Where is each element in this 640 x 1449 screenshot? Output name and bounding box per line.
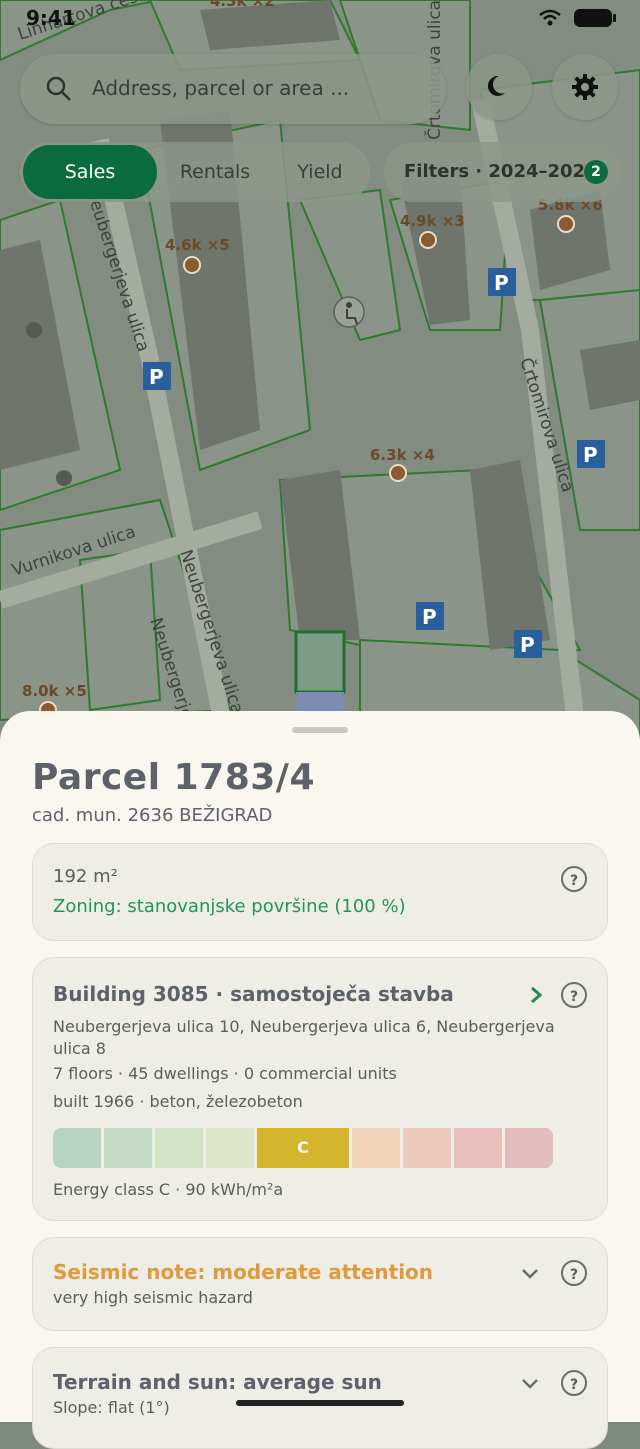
parking-icon: P <box>143 362 171 390</box>
svg-text:P: P <box>149 365 164 389</box>
svg-text:P: P <box>520 633 535 657</box>
price-marker[interactable] <box>419 231 437 249</box>
price-marker[interactable] <box>557 215 575 233</box>
svg-text:P: P <box>494 271 509 295</box>
help-icon[interactable]: ? <box>561 982 587 1008</box>
seismic-card[interactable]: Seismic note: moderate attention very hi… <box>32 1237 608 1331</box>
terrain-title: Terrain and sun: average sun <box>53 1370 382 1394</box>
search-icon <box>46 76 71 101</box>
energy-class-segment <box>454 1128 502 1168</box>
filters-count-badge: 2 <box>584 160 608 184</box>
price-marker-label: 6.3k ×4 <box>370 446 435 464</box>
gear-icon <box>572 74 598 100</box>
filters-label: Filters · 2024–2026 <box>404 161 598 182</box>
svg-text:P: P <box>583 443 598 467</box>
tab-yield[interactable]: Yield <box>270 142 370 202</box>
parking-icon: P <box>514 630 542 658</box>
price-marker[interactable] <box>389 464 407 482</box>
chevron-down-icon[interactable] <box>521 1378 539 1390</box>
building-card[interactable]: Building 3085 · samostoječa stavba ? Neu… <box>32 957 608 1221</box>
energy-class-segment <box>104 1128 152 1168</box>
building-built: built 1966 · beton, železobeton <box>53 1092 303 1111</box>
tab-sales[interactable]: Sales <box>23 145 157 199</box>
wifi-icon <box>539 9 561 26</box>
price-marker[interactable] <box>183 256 201 274</box>
moon-icon <box>487 75 505 96</box>
battery-icon <box>574 9 616 27</box>
home-indicator[interactable] <box>236 1400 404 1406</box>
parcel-area: 192 m² <box>53 866 118 887</box>
seismic-title: Seismic note: moderate attention <box>53 1260 434 1284</box>
zoning-text: Zoning: stanovanjske površine (100 %) <box>53 896 406 917</box>
chevron-down-icon[interactable] <box>521 1268 539 1280</box>
energy-class-segment <box>206 1128 254 1168</box>
building-address: Neubergerjeva ulica 10, Neubergerjeva ul… <box>53 1017 555 1058</box>
seismic-detail: very high seismic hazard <box>53 1288 253 1307</box>
parcel-subtitle: cad. mun. 2636 BEŽIGRAD <box>32 805 273 826</box>
energy-class-text: Energy class C · 90 kWh/m²a <box>53 1180 284 1199</box>
energy-class-segment <box>505 1128 553 1168</box>
status-bar: 9:41 <box>0 0 640 40</box>
filters-button[interactable]: Filters · 2024–2026 2 <box>384 142 620 202</box>
energy-class-segment <box>155 1128 203 1168</box>
energy-class-segment <box>53 1128 101 1168</box>
building-units: 7 floors · 45 dwellings · 0 commercial u… <box>53 1064 397 1083</box>
chevron-right-icon[interactable] <box>529 986 543 1004</box>
status-time: 9:41 <box>26 6 76 30</box>
tab-rentals[interactable]: Rentals <box>160 142 270 202</box>
parking-icon: P <box>488 268 516 296</box>
parcel-title: Parcel 1783/4 <box>32 757 315 798</box>
help-icon[interactable]: ? <box>561 866 587 892</box>
energy-class-segment: C <box>257 1128 349 1168</box>
energy-class-scale: C <box>53 1128 553 1168</box>
terrain-card[interactable]: Terrain and sun: average sun Slope: flat… <box>32 1347 608 1449</box>
svg-text:P: P <box>422 605 437 629</box>
help-icon[interactable]: ? <box>561 1370 587 1396</box>
price-marker-label: 4.9k ×3 <box>400 212 465 230</box>
sheet-drag-handle[interactable] <box>292 727 348 733</box>
terrain-detail: Slope: flat (1°) <box>53 1398 170 1417</box>
price-marker-label: 4.6k ×5 <box>165 236 230 254</box>
building-title: Building 3085 · samostoječa stavba <box>53 982 454 1006</box>
price-marker-label: 8.0k ×5 <box>22 682 87 700</box>
energy-class-segment <box>403 1128 451 1168</box>
parcel-bottom-sheet: Parcel 1783/4 cad. mun. 2636 BEŽIGRAD 19… <box>0 711 640 1449</box>
energy-class-segment <box>352 1128 400 1168</box>
search-bar[interactable]: Address, parcel or area ... <box>20 54 446 124</box>
help-icon[interactable]: ? <box>561 1260 587 1286</box>
dark-mode-button[interactable] <box>466 54 532 120</box>
settings-button[interactable] <box>552 54 618 120</box>
search-input[interactable]: Address, parcel or area ... <box>92 76 349 100</box>
wheelchair-icon <box>333 296 365 328</box>
parking-icon: P <box>416 602 444 630</box>
mode-segmented-control: Sales Rentals Yield <box>20 142 370 202</box>
parking-icon: P <box>577 440 605 468</box>
parcel-info-card: 192 m² Zoning: stanovanjske površine (10… <box>32 843 608 941</box>
